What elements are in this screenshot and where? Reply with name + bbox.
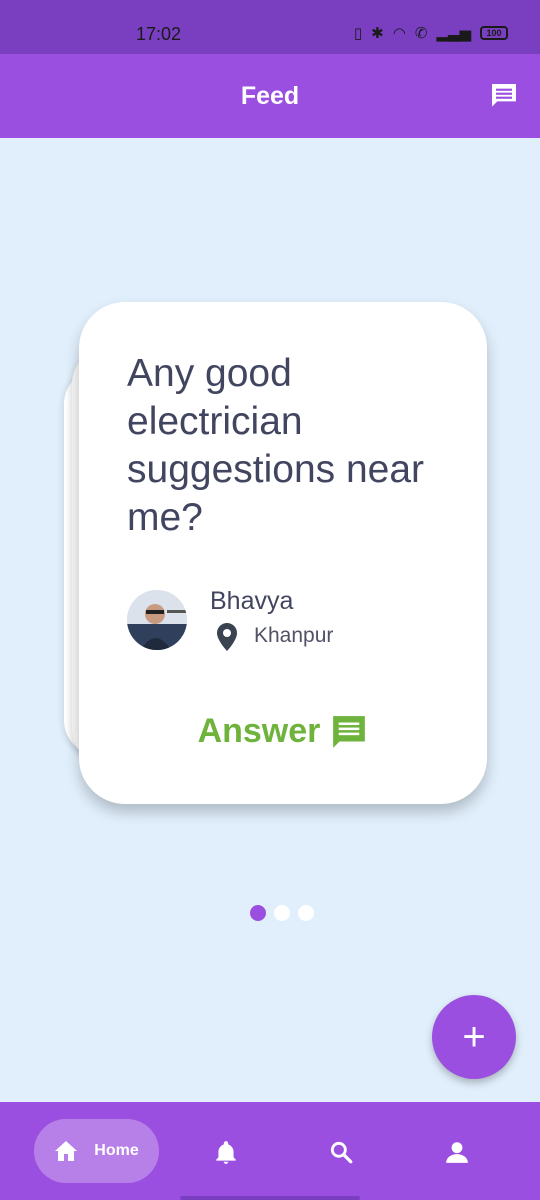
nav-home[interactable]: Home bbox=[34, 1119, 159, 1183]
location-pin-icon bbox=[217, 623, 237, 651]
status-bar: 17:02 ▯ ✱ ◠ ✆ ▂▃▅ 100 bbox=[0, 0, 540, 54]
pager-dots bbox=[250, 905, 314, 921]
answer-button[interactable]: Answer bbox=[79, 712, 487, 751]
page-title: Feed bbox=[240, 82, 300, 110]
battery-icon: 100 bbox=[480, 26, 508, 40]
pager-dot-3[interactable] bbox=[298, 905, 314, 921]
location-text: Khanpur bbox=[254, 624, 334, 647]
wifi-icon: ◠ bbox=[392, 25, 406, 42]
status-time: 17:02 bbox=[136, 24, 182, 44]
nav-home-label: Home bbox=[94, 1142, 139, 1159]
question-text: Any good electrician suggestions near me… bbox=[127, 352, 425, 539]
search-icon[interactable] bbox=[328, 1139, 354, 1165]
bottom-nav: Home bbox=[0, 1102, 540, 1200]
bell-icon[interactable] bbox=[213, 1139, 239, 1165]
chat-icon[interactable] bbox=[488, 80, 520, 112]
pager-dot-1[interactable] bbox=[250, 905, 266, 921]
comment-icon bbox=[333, 715, 366, 748]
call-icon: ✆ bbox=[414, 25, 428, 42]
answer-label: Answer bbox=[197, 712, 321, 750]
avatar-image bbox=[127, 590, 187, 650]
home-indicator bbox=[180, 1196, 360, 1200]
app-bar: Feed bbox=[0, 54, 540, 138]
question-card[interactable]: Any good electrician suggestions near me… bbox=[79, 302, 487, 804]
status-icons: ▯ ✱ ◠ ✆ ▂▃▅ 100 bbox=[354, 24, 508, 42]
person-icon[interactable] bbox=[444, 1139, 470, 1165]
vibrate-icon: ▯ bbox=[353, 25, 363, 42]
home-icon bbox=[55, 1141, 78, 1161]
signal-icon: ▂▃▅ bbox=[436, 25, 471, 42]
add-post-button[interactable]: + bbox=[432, 995, 516, 1079]
pager-dot-2[interactable] bbox=[274, 905, 290, 921]
bluetooth-icon: ✱ bbox=[371, 25, 384, 42]
author-name: Bhavya bbox=[210, 587, 294, 615]
avatar[interactable] bbox=[127, 590, 187, 650]
